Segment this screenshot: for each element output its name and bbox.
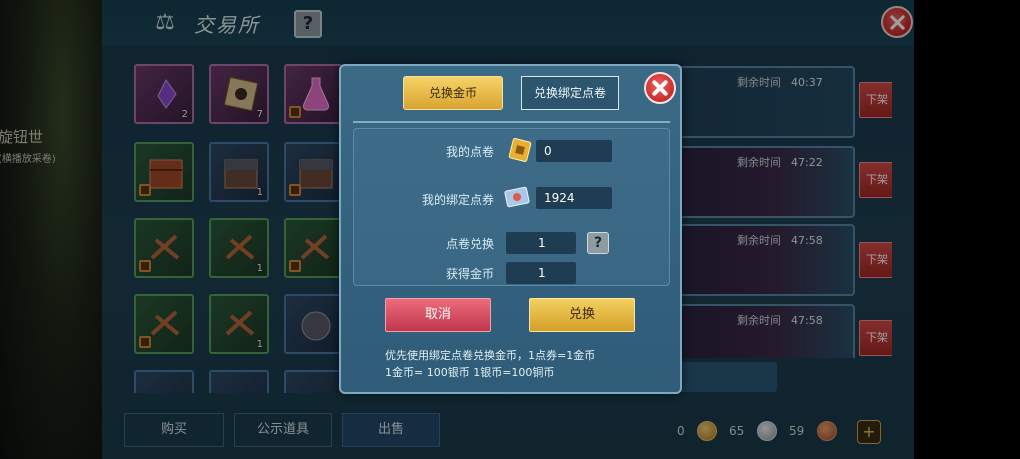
- exchange-dialog: 兑换金币 兑换绑定点卷 我的点卷 0 我的绑定点券 1924 点卷兑换 1 ? …: [339, 64, 682, 394]
- tab-exchange-coins[interactable]: 兑换金币: [403, 76, 503, 110]
- my-bound-points-value: 1924: [536, 187, 612, 209]
- exchange-amount-input[interactable]: 1: [506, 232, 576, 254]
- exchange-help-button[interactable]: ?: [587, 232, 609, 254]
- exchange-button[interactable]: 兑换: [529, 298, 635, 332]
- close-dialog-button[interactable]: [644, 72, 676, 104]
- exchange-note-1: 优先使用绑定点卷兑换金币，1点券=1金币: [385, 349, 596, 362]
- points-ticket-icon: [508, 138, 532, 162]
- my-points-label: 我的点卷: [445, 145, 494, 159]
- exchange-form: 我的点卷 0 我的绑定点券 1924 点卷兑换 1 ? 获得金币 1: [353, 128, 670, 286]
- exchange-amount-label: 点卷兑换: [445, 237, 494, 251]
- gain-coins-value: 1: [506, 262, 576, 284]
- tab-exchange-bound[interactable]: 兑换绑定点卷: [521, 76, 619, 110]
- my-points-value: 0: [536, 140, 612, 162]
- divider: [353, 121, 670, 123]
- exchange-note-2: 1金币= 100银币 1银币=100铜币: [385, 366, 555, 379]
- game-screen: 旋钮世 (横播放采卷) ⚖ 交易所 ? 2 7 1 1 1 剩余时间 40:37…: [0, 0, 1020, 459]
- my-bound-points-label: 我的绑定点券: [421, 193, 494, 207]
- gain-coins-label: 获得金币: [445, 267, 494, 281]
- bound-ticket-icon: [504, 186, 530, 208]
- cancel-button[interactable]: 取消: [385, 298, 491, 332]
